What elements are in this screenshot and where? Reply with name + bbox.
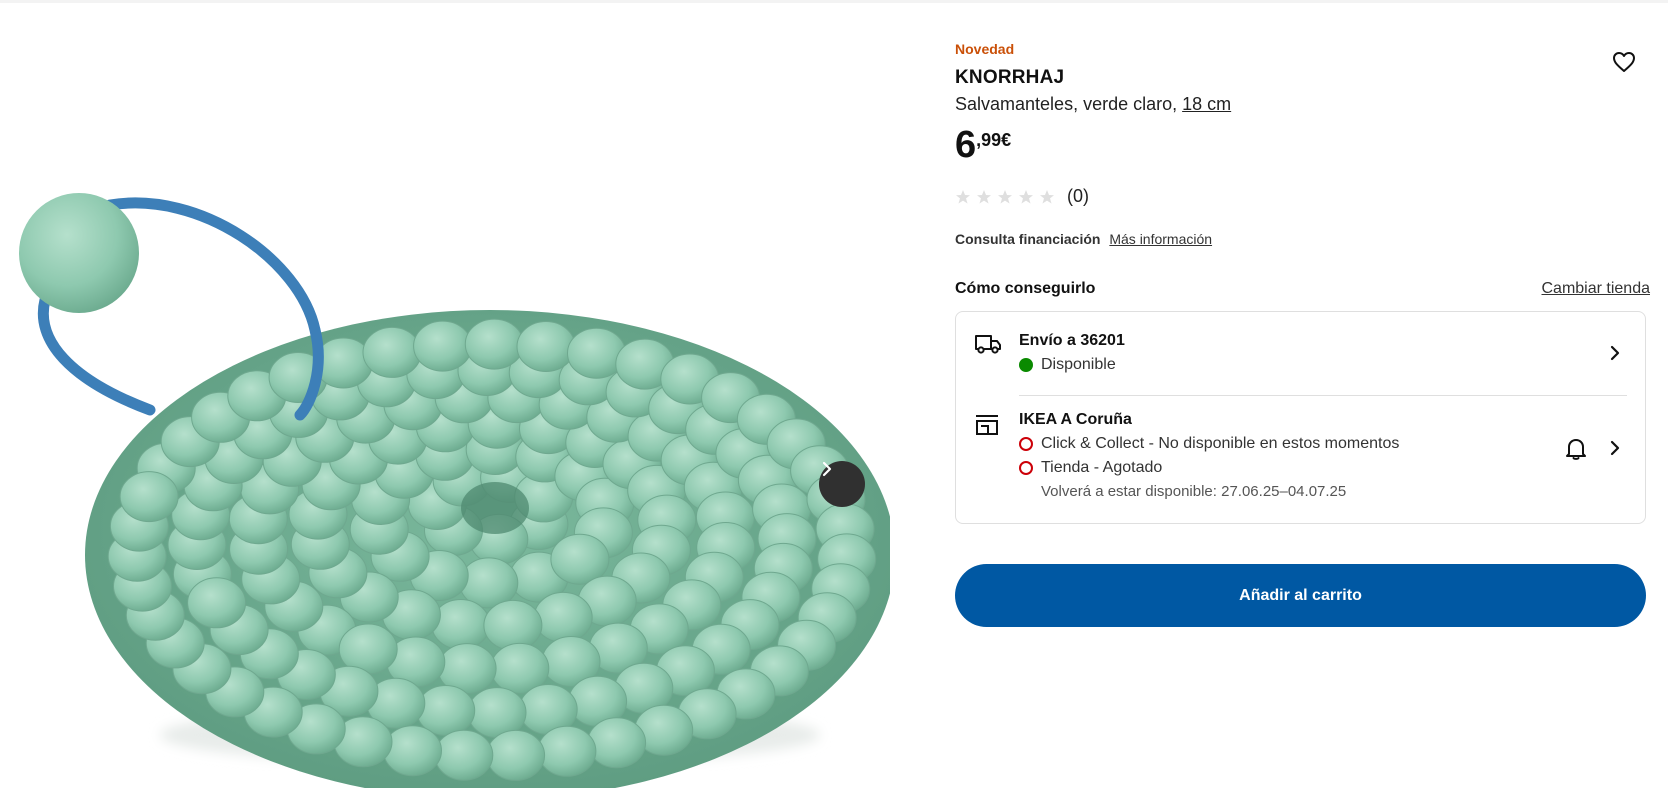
price-decimal: ,99€ [976,130,1012,150]
in-store-text: Tienda - Agotado [1041,459,1163,476]
store-icon [976,415,998,435]
bell-icon[interactable] [1565,437,1587,461]
price-integer: 6 [955,124,977,166]
description-text: Salvamanteles, verde claro, [955,94,1178,114]
delivery-row[interactable]: Envío a 36201 Disponible [956,312,1645,396]
rating[interactable]: (0) [955,186,1089,207]
star-icon [1019,189,1033,203]
rating-count: (0) [1067,186,1089,206]
click-collect-text: Click & Collect - No disponible en estos… [1041,435,1400,452]
star-icon [998,189,1012,203]
unavailable-dot-icon [1019,437,1033,451]
add-to-cart-button[interactable]: Añadir al carrito [955,564,1646,627]
product-name: KNORRHAJ [955,67,1065,88]
financing: Consulta financiación Más información [955,231,1212,247]
financing-label: Consulta financiación [955,231,1101,247]
unavailable-dot-icon [1019,461,1033,475]
favorite-button[interactable] [1612,51,1638,75]
in-store-status: Tienda - Agotado [1019,459,1162,477]
chevron-right-icon [1610,345,1620,361]
restock-date: Volverá a estar disponible: 27.06.25–04.… [1041,483,1347,500]
click-collect-status: Click & Collect - No disponible en estos… [1019,435,1399,453]
change-store-link[interactable]: Cambiar tienda [1542,280,1651,298]
store-title: IKEA A Coruña [1019,411,1132,428]
store-row[interactable]: IKEA A Coruña Click & Collect - No dispo… [956,396,1645,524]
heart-icon [1613,52,1635,72]
chevron-right-icon [822,461,832,477]
product-description: Salvamanteles, verde claro, 18 cm [955,94,1231,115]
star-icon [977,189,991,203]
how-to-get-heading: Cómo conseguirlo [955,280,1096,297]
delivery-title: Envío a 36201 [1019,332,1125,349]
product-image [19,193,890,788]
star-icon [1040,189,1054,203]
rating-stars [955,189,1055,205]
availability-box: Envío a 36201 Disponible IKEA A Coruña C… [955,311,1646,524]
new-badge: Novedad [955,41,1015,57]
delivery-status-text: Disponible [1041,356,1116,373]
size-link[interactable]: 18 cm [1182,94,1231,114]
product-gallery [0,0,890,788]
available-dot-icon [1019,358,1033,372]
delivery-status: Disponible [1019,356,1116,374]
next-image-button[interactable] [819,461,865,507]
product-price: 6 ,99€ [955,125,1011,165]
product-info: Novedad KNORRHAJ Salvamanteles, verde cl… [955,0,1650,788]
chevron-right-icon [1610,440,1620,456]
more-info-link[interactable]: Más información [1109,231,1212,247]
star-icon [956,189,970,203]
truck-icon [975,335,1001,354]
